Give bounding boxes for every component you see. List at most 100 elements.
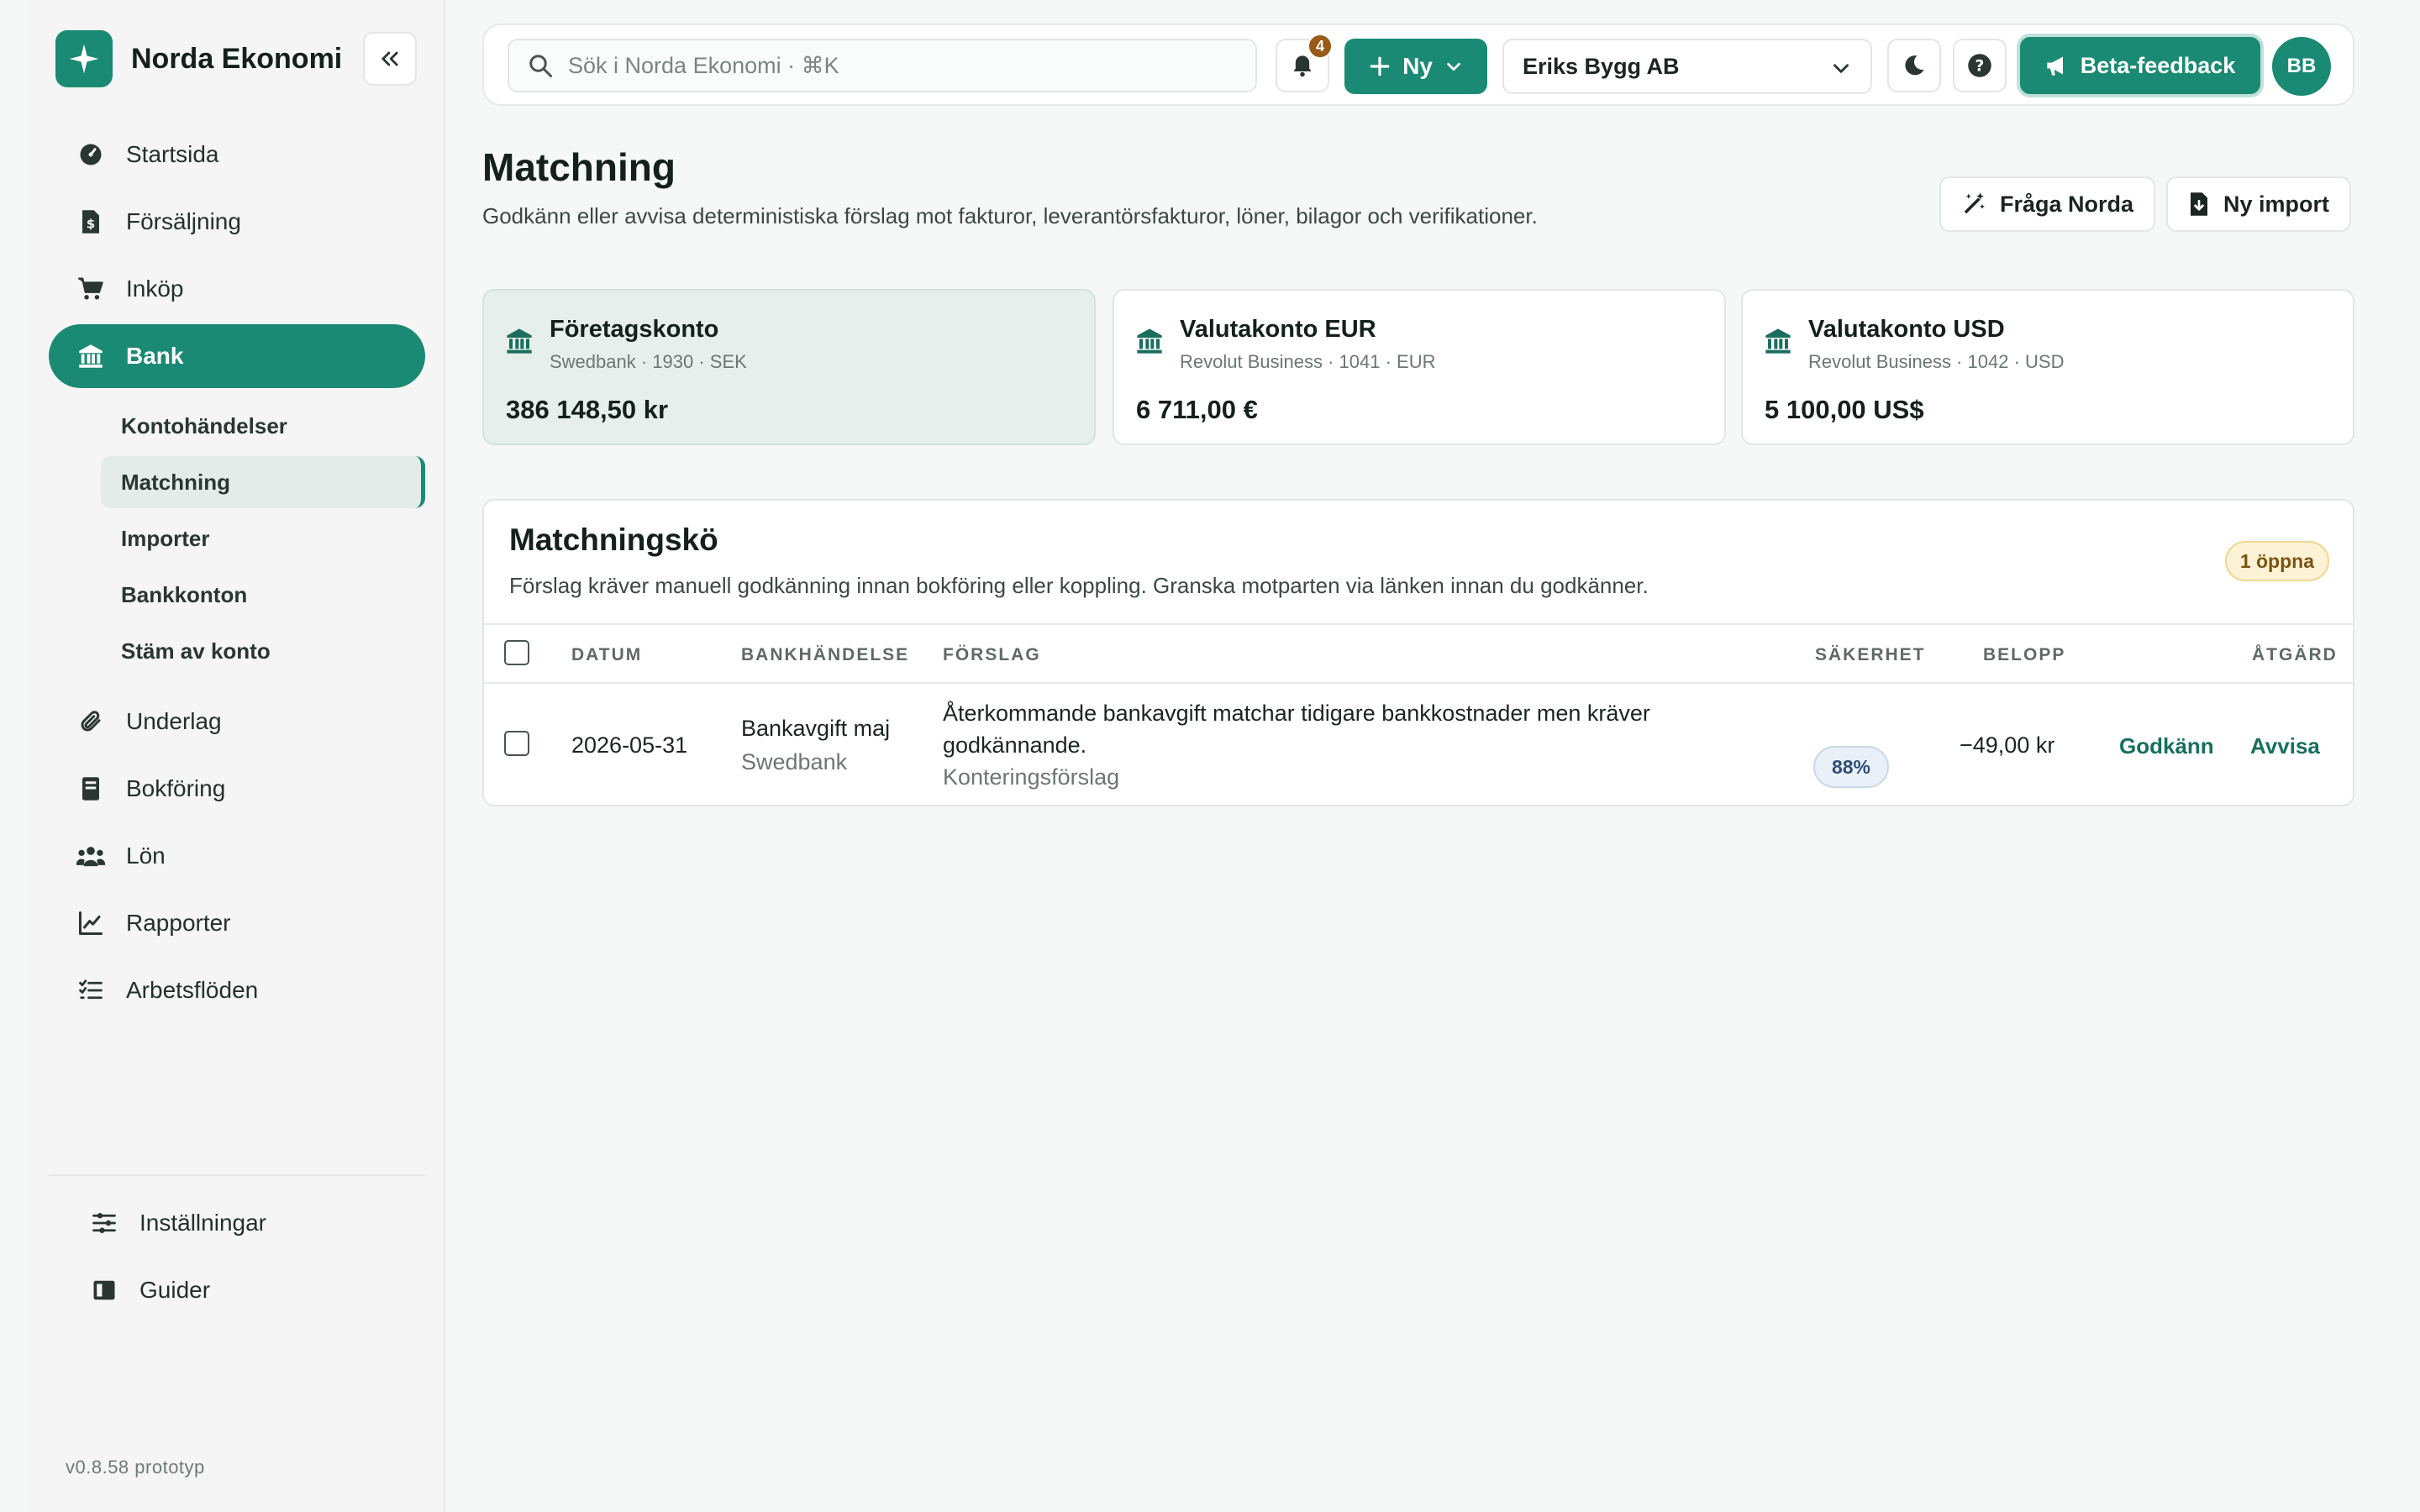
approve-button[interactable]: Godkänn — [2119, 733, 2214, 759]
matching-queue-card: Matchningskö Förslag kräver manuell godk… — [482, 499, 2354, 806]
ask-norda-button[interactable]: Fråga Norda — [1939, 176, 2156, 232]
help-icon: ? — [1968, 54, 1991, 77]
cart-icon — [76, 276, 106, 302]
bank-icon — [76, 344, 106, 369]
nav-item-inkop[interactable]: Inköp — [49, 257, 425, 321]
bank-icon — [1137, 328, 1162, 354]
moon-icon — [1905, 55, 1924, 76]
new-import-button[interactable]: Ny import — [2166, 176, 2352, 232]
account-balance: 386 148,50 kr — [506, 395, 669, 424]
plus-icon — [1370, 56, 1390, 76]
chevron-down-icon — [1833, 64, 1849, 73]
account-meta: Swedbank · 1930 · SEK — [550, 351, 747, 372]
nav-item-rapporter[interactable]: Rapporter — [49, 891, 425, 955]
row-date: 2026-05-31 — [571, 732, 688, 758]
brand[interactable]: Norda Ekonomi — [55, 30, 342, 87]
queue-title: Matchningskö — [509, 522, 718, 557]
nav-label: Försäljning — [126, 208, 241, 234]
bank-icon — [1765, 328, 1791, 354]
collapse-sidebar-button[interactable] — [363, 32, 417, 86]
file-import-icon — [2191, 192, 2207, 216]
subnav-item-stam-av-konto[interactable]: Stäm av konto — [49, 625, 425, 677]
help-button[interactable]: ? — [1953, 39, 2007, 92]
ledger-icon — [76, 776, 106, 801]
book-icon — [89, 1278, 119, 1303]
account-card-valutakonto-usd[interactable]: Valutakonto USD Revolut Business · 1042 … — [1741, 289, 2354, 445]
bank-subnav: Kontohändelser Matchning Importer Bankko… — [49, 391, 425, 690]
bank-icon — [507, 328, 532, 354]
nav-label: Guider — [139, 1277, 211, 1303]
beta-feedback-button[interactable]: Beta-feedback — [2020, 37, 2260, 94]
brand-name: Norda Ekonomi — [131, 42, 343, 75]
nav-label: Inställningar — [139, 1210, 266, 1236]
beta-feedback-label: Beta-feedback — [2080, 52, 2236, 78]
notification-count-badge: 4 — [1307, 34, 1333, 59]
subnav-item-importer[interactable]: Importer — [49, 512, 425, 564]
chevron-down-icon — [1447, 62, 1460, 71]
dark-mode-toggle[interactable] — [1887, 39, 1941, 92]
account-card-foretagskonto[interactable]: Företagskonto Swedbank · 1930 · SEK 386 … — [482, 289, 1096, 445]
sparkle-logo-icon — [55, 30, 113, 87]
search-icon — [529, 55, 552, 77]
table-header: DATUM BANKHÄNDELSE FÖRSLAG SÄKERHET BELO… — [484, 623, 2353, 684]
magic-wand-icon — [1964, 192, 1985, 214]
top-bar: 4 Ny Eriks Bygg AB ? Beta-feedback BB — [482, 24, 2354, 106]
account-balance: 5 100,00 US$ — [1765, 395, 1924, 424]
nav-item-underlag[interactable]: Underlag — [49, 690, 425, 753]
row-checkbox[interactable] — [504, 731, 529, 756]
search-input[interactable] — [568, 52, 1223, 79]
nav-item-bokforing[interactable]: Bokföring — [49, 757, 425, 821]
account-name: Företagskonto — [550, 316, 719, 343]
new-button-label: Ny — [1402, 53, 1433, 79]
nav-label: Rapporter — [126, 910, 231, 936]
subnav-item-kontohandelser[interactable]: Kontohändelser — [49, 400, 425, 452]
column-header-date: DATUM — [571, 645, 643, 664]
search-box[interactable] — [508, 39, 1257, 92]
nav-item-startsida[interactable]: Startsida — [49, 123, 425, 186]
confidence-badge: 88% — [1813, 746, 1889, 788]
double-chevron-left-icon — [381, 51, 398, 66]
nav-label: Bokföring — [126, 775, 226, 801]
select-all-checkbox[interactable] — [504, 640, 529, 665]
nav-label: Lön — [126, 843, 166, 869]
sliders-icon — [89, 1210, 119, 1236]
nav-item-arbetsfloden[interactable]: Arbetsflöden — [49, 958, 425, 1022]
nav-label: Arbetsflöden — [126, 977, 259, 1003]
notifications-button[interactable]: 4 — [1276, 34, 1333, 92]
new-import-label: Ny import — [2223, 191, 2330, 217]
column-header-event: BANKHÄNDELSE — [741, 645, 910, 664]
nav-label: Underlag — [126, 708, 222, 734]
nav-item-forsaljning[interactable]: $ Försäljning — [49, 190, 425, 254]
company-select[interactable]: Eriks Bygg AB — [1502, 39, 1872, 94]
account-card-valutakonto-eur[interactable]: Valutakonto EUR Revolut Business · 1041 … — [1113, 289, 1726, 445]
account-meta: Revolut Business · 1042 · USD — [1808, 351, 2065, 372]
subnav-item-bankkonton[interactable]: Bankkonton — [49, 569, 425, 621]
page-title: Matchning — [482, 145, 676, 189]
account-meta: Revolut Business · 1041 · EUR — [1180, 351, 1436, 372]
page-subtitle: Godkänn eller avvisa deterministiska för… — [482, 203, 1538, 228]
bottom-nav: Inställningar Guider — [62, 1191, 424, 1326]
company-select-value: Eriks Bygg AB — [1523, 53, 1680, 79]
nav-item-bank[interactable]: Bank — [49, 324, 425, 388]
checklist-icon — [76, 978, 106, 1003]
row-event: Bankavgift maj — [741, 716, 891, 741]
column-header-confidence: SÄKERHET — [1815, 645, 1926, 664]
user-avatar[interactable]: BB — [2272, 37, 2331, 96]
row-proposal-text: Återkommande bankavgift matchar tidigare… — [943, 701, 1650, 726]
nav-divider — [49, 1174, 425, 1176]
subnav-item-matchning[interactable]: Matchning — [101, 456, 425, 508]
column-header-proposal: FÖRSLAG — [943, 645, 1041, 664]
version-label: v0.8.58 prototyp — [66, 1457, 205, 1478]
new-button[interactable]: Ny — [1344, 39, 1487, 94]
main-nav: Startsida $ Försäljning Inköp Bank Konto… — [49, 123, 425, 1026]
nav-item-guider[interactable]: Guider — [62, 1258, 424, 1322]
svg-text:$: $ — [87, 217, 95, 232]
nav-item-lon[interactable]: Lön — [49, 824, 425, 888]
nav-item-installningar[interactable]: Inställningar — [62, 1191, 424, 1255]
svg-text:?: ? — [1975, 57, 1985, 75]
reject-button[interactable]: Avvisa — [2250, 733, 2320, 759]
paperclip-icon — [76, 709, 106, 734]
sidebar: Norda Ekonomi Startsida $ Försäljning In… — [29, 0, 445, 1512]
invoice-icon: $ — [76, 209, 106, 234]
nav-label: Bank — [126, 343, 184, 369]
